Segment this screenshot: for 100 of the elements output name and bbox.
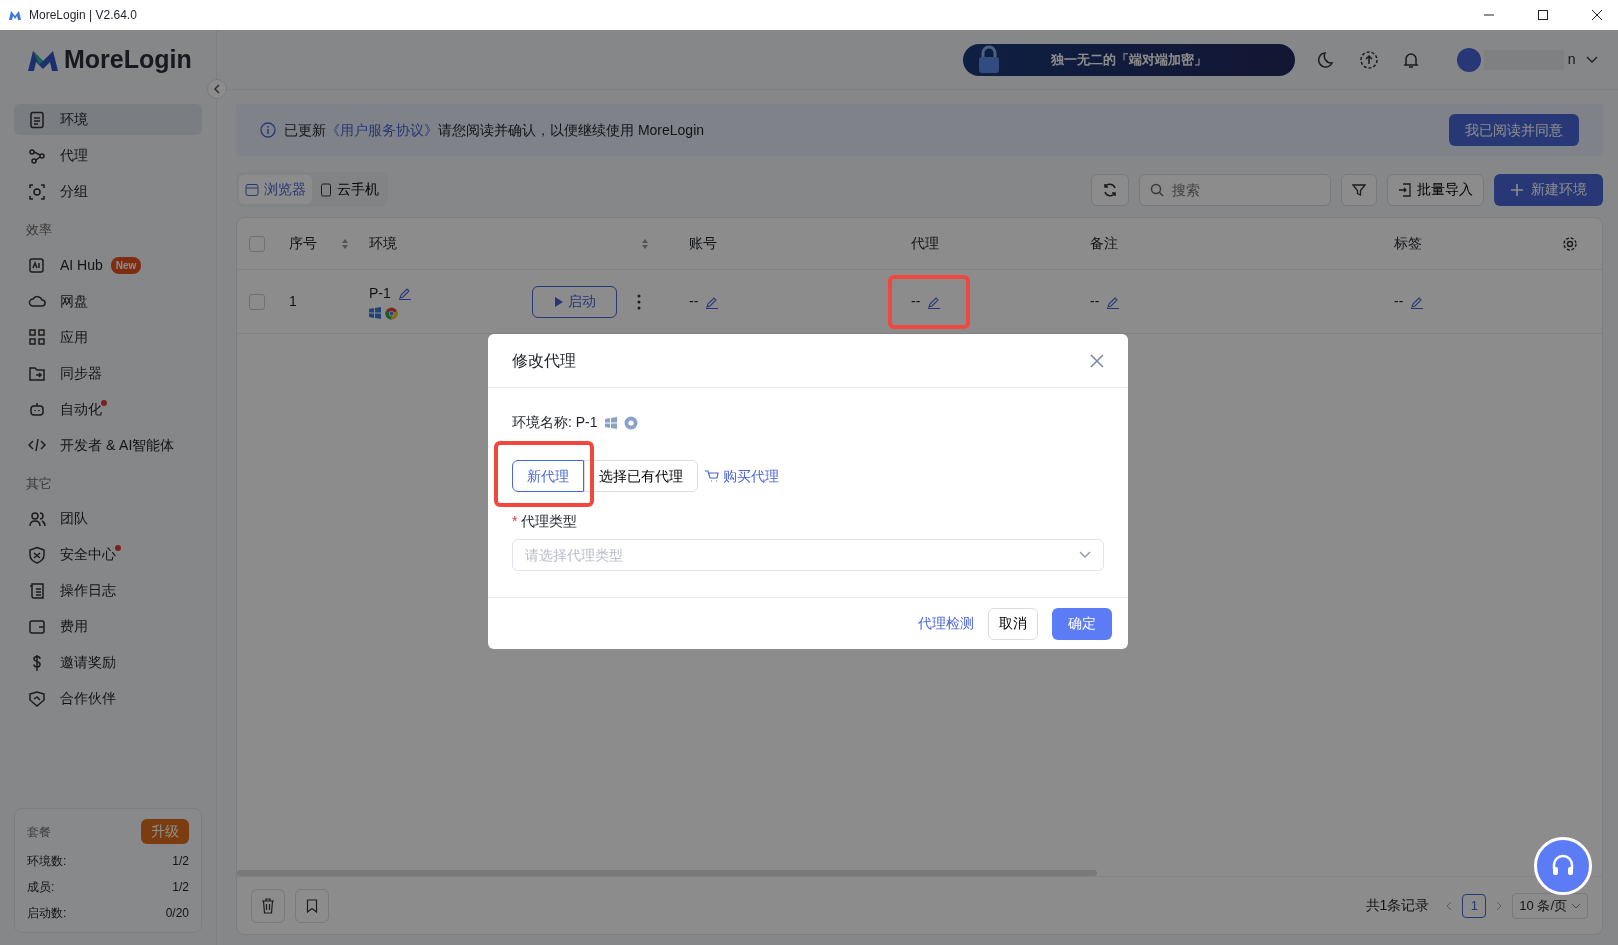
cancel-button[interactable]: 取消 bbox=[988, 607, 1038, 640]
maximize-icon[interactable] bbox=[1537, 9, 1549, 21]
promo-banner[interactable]: 独一无二的「端对端加密」 bbox=[962, 43, 1295, 76]
sidebar-label: 分组 bbox=[60, 182, 88, 201]
sort-icon[interactable] bbox=[341, 237, 349, 250]
chrome-icon bbox=[384, 307, 398, 321]
refresh-button[interactable] bbox=[1091, 173, 1129, 206]
proxy-check-link[interactable]: 代理检测 bbox=[918, 613, 974, 634]
column-header: 标签 bbox=[1394, 234, 1422, 253]
chevron-down-icon[interactable] bbox=[1586, 55, 1598, 64]
grid-icon bbox=[28, 328, 46, 346]
filter-icon bbox=[1352, 182, 1366, 197]
row-index: 1 bbox=[289, 292, 298, 311]
sidebar-item[interactable]: 操作日志 bbox=[14, 575, 202, 606]
filter-button[interactable] bbox=[1341, 173, 1377, 206]
column-header: 环境 bbox=[369, 234, 397, 253]
collapse-button[interactable] bbox=[207, 79, 227, 99]
sort-icon[interactable] bbox=[641, 237, 649, 250]
info-icon bbox=[260, 122, 276, 138]
sidebar-label: 环境 bbox=[60, 110, 88, 129]
proxy-mode-tab[interactable]: 选择已有代理 bbox=[584, 460, 698, 492]
environment-label: 环境名称: P-1 bbox=[512, 413, 598, 432]
sidebar-label: 网盘 bbox=[60, 291, 88, 311]
sidebar-item[interactable]: 邀请奖励 bbox=[14, 647, 202, 678]
app-logo-icon bbox=[8, 9, 22, 21]
select-all-checkbox[interactable] bbox=[249, 235, 265, 252]
sidebar-label: 合作伙伴 bbox=[60, 689, 116, 708]
shield-icon bbox=[28, 545, 46, 564]
chevron-down-icon bbox=[1571, 902, 1581, 909]
notice-text: 已更新《用户服务协议》请您阅读并确认，以便继续使用 MoreLogin bbox=[284, 120, 705, 140]
plus-icon bbox=[1510, 182, 1524, 197]
column-header: 序号 bbox=[289, 234, 317, 253]
trash-button[interactable] bbox=[251, 888, 285, 923]
sidebar-label: 操作日志 bbox=[60, 581, 116, 600]
settings-icon[interactable] bbox=[1562, 236, 1578, 253]
column-header: 备注 bbox=[1090, 234, 1118, 253]
browser-icon bbox=[245, 182, 259, 197]
environment-name: P-1 bbox=[369, 283, 391, 303]
sidebar-item[interactable]: 自动化 bbox=[14, 393, 202, 425]
sidebar-item[interactable]: AI Hub New bbox=[14, 249, 202, 281]
sidebar-item[interactable]: 分组 bbox=[14, 176, 202, 207]
more-icon[interactable] bbox=[637, 293, 641, 310]
robot-icon bbox=[28, 400, 46, 418]
sidebar-item[interactable]: 网盘 bbox=[14, 285, 202, 317]
search-field[interactable]: 搜索 bbox=[1139, 173, 1331, 206]
scan-icon bbox=[28, 182, 46, 201]
logo-text: MoreLogin bbox=[64, 44, 192, 76]
upload-icon[interactable] bbox=[1358, 49, 1379, 70]
sidebar-item[interactable]: 费用 bbox=[14, 611, 202, 642]
sidebar-item[interactable]: 安全中心 bbox=[14, 539, 202, 570]
user-name[interactable]: n bbox=[1567, 49, 1576, 70]
sidebar-item[interactable]: 环境 bbox=[14, 104, 202, 135]
sidebar-label: 开发者 & AI智能体 bbox=[60, 435, 175, 455]
sidebar-item[interactable]: 同步器 bbox=[14, 357, 202, 389]
cart-icon bbox=[705, 470, 719, 482]
column-header: 代理 bbox=[911, 234, 939, 253]
proxy-mode-tab[interactable]: 新代理 bbox=[512, 460, 584, 492]
handshake-icon bbox=[28, 689, 46, 708]
people-icon bbox=[28, 509, 46, 528]
view-tab[interactable]: 云手机 bbox=[314, 175, 385, 204]
required-mark: * bbox=[512, 512, 518, 531]
bookmark-button[interactable] bbox=[295, 888, 329, 923]
sidebar-item[interactable]: 合作伙伴 bbox=[14, 683, 202, 714]
window-title: MoreLogin | V2.64.0 bbox=[29, 7, 137, 24]
page-size-select[interactable]: 10 条/页 bbox=[1512, 892, 1588, 919]
import-button[interactable]: 批量导入 bbox=[1387, 173, 1484, 206]
plan-label: 环境数: bbox=[27, 853, 67, 870]
agree-button[interactable]: 我已阅读并同意 bbox=[1449, 114, 1579, 146]
row-checkbox[interactable] bbox=[249, 293, 265, 310]
buy-proxy-link[interactable]: 购买代理 bbox=[705, 465, 779, 487]
chevron-left-icon[interactable] bbox=[213, 84, 221, 94]
plan-value: 1/2 bbox=[172, 879, 189, 896]
sidebar-item[interactable]: 开发者 & AI智能体 bbox=[14, 429, 202, 461]
sidebar-label: 团队 bbox=[60, 509, 88, 528]
new-badge: New bbox=[110, 256, 142, 274]
prev-page-icon[interactable] bbox=[1446, 900, 1453, 911]
sidebar-label: 自动化 bbox=[60, 399, 102, 419]
sidebar-label: 同步器 bbox=[60, 363, 102, 383]
total-records: 共1条记录 bbox=[1365, 896, 1430, 915]
next-page-icon[interactable] bbox=[1496, 900, 1503, 911]
section-heading: 其它 bbox=[25, 474, 53, 493]
close-icon[interactable] bbox=[1591, 9, 1603, 21]
new-environment-button[interactable]: 新建环境 bbox=[1494, 173, 1603, 206]
view-tab[interactable]: 浏览器 bbox=[239, 175, 312, 204]
windows-icon bbox=[369, 307, 381, 320]
start-button[interactable]: 启动 bbox=[532, 285, 617, 318]
folder-icon bbox=[28, 364, 46, 382]
sidebar-item[interactable]: 团队 bbox=[14, 503, 202, 534]
agreement-link[interactable]: 《用户服务协议》 bbox=[326, 121, 438, 138]
edit-icon[interactable] bbox=[397, 286, 412, 301]
page-button[interactable]: 1 bbox=[1462, 893, 1487, 918]
avatar[interactable] bbox=[1456, 47, 1481, 72]
sidebar-item[interactable]: 应用 bbox=[14, 321, 202, 353]
banner-text: 独一无二的「端对端加密」 bbox=[1050, 50, 1207, 69]
confirm-button[interactable]: 确定 bbox=[1052, 607, 1112, 640]
proxy-cell-text: -- bbox=[911, 292, 921, 311]
note-cell-text: -- bbox=[1090, 292, 1100, 311]
sidebar-item[interactable]: 代理 bbox=[14, 140, 202, 171]
field-label: 代理类型 bbox=[520, 512, 577, 531]
scroll-icon bbox=[28, 581, 46, 600]
